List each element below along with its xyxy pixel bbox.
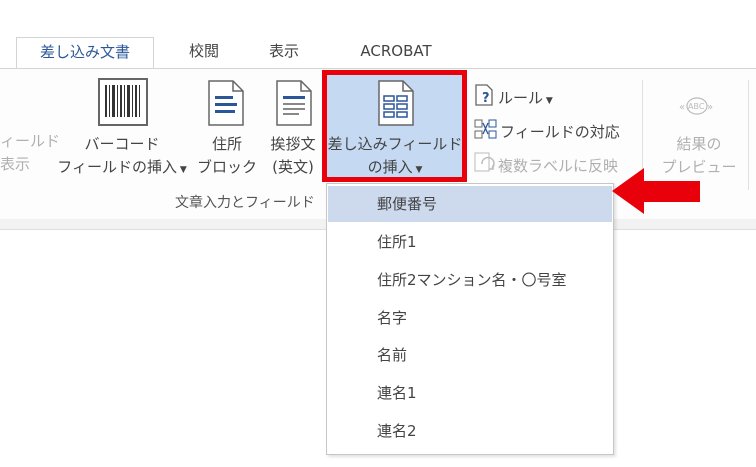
highlight-fields-label-2: 表示 xyxy=(0,155,31,173)
highlight-fields-button[interactable]: ィールド 表示 xyxy=(0,130,61,176)
insert-merge-field-label-2: の挿入 xyxy=(367,158,413,176)
update-labels-button[interactable]: 複数ラベルに反映 xyxy=(474,152,618,176)
address-block-button[interactable]: 住所 ブロック xyxy=(196,133,258,179)
merge-field-dropdown: 郵便番号 住所1 住所2マンション名・〇号室 名字 名前 連名1 連名2 xyxy=(326,183,614,455)
dropdown-caret-icon: ▼ xyxy=(176,165,187,175)
preview-label-1: 結果の xyxy=(676,135,722,153)
tab-view[interactable]: 表示 xyxy=(250,37,318,68)
address-block-icon xyxy=(208,80,244,130)
rules-icon: ? xyxy=(474,84,496,113)
barcode-label-1: バーコード xyxy=(84,135,160,153)
menu-item-joint-name2[interactable]: 連名2 xyxy=(328,413,612,449)
group-separator-right xyxy=(748,80,749,190)
highlight-fields-label-1: ィールド xyxy=(0,132,61,150)
svg-text:»: » xyxy=(707,102,713,113)
update-labels-label: 複数ラベルに反映 xyxy=(498,157,619,175)
match-fields-icon xyxy=(474,118,498,147)
barcode-icon xyxy=(98,78,148,130)
preview-results-icon: « » ABC xyxy=(675,92,719,124)
barcode-label-2: フィールドの挿入 xyxy=(57,158,177,176)
preview-icon-text: ABC xyxy=(688,102,705,111)
tab-acrobat[interactable]: ACROBAT xyxy=(344,37,448,68)
insert-merge-field-label: 差し込みフィールド の挿入 ▼ xyxy=(327,133,463,182)
update-labels-icon xyxy=(474,152,496,181)
address-block-label-2: ブロック xyxy=(196,158,257,176)
rules-button[interactable]: ? ルール ▼ xyxy=(474,84,553,108)
svg-text:?: ? xyxy=(482,91,490,106)
group-label-write-insert: 文章入力とフィールド xyxy=(175,195,315,211)
menu-item-address1[interactable]: 住所1 xyxy=(328,224,612,260)
greeting-label-2: (英文) xyxy=(272,158,314,176)
menu-item-joint-name1[interactable]: 連名1 xyxy=(328,375,612,411)
dropdown-caret-icon: ▼ xyxy=(412,165,423,175)
insert-merge-field-label-1: 差し込みフィールド xyxy=(327,135,463,153)
barcode-field-button[interactable]: バーコード フィールドの挿入 ▼ xyxy=(52,133,192,182)
svg-text:«: « xyxy=(679,102,685,113)
red-arrow-icon xyxy=(612,168,704,214)
tab-review[interactable]: 校閲 xyxy=(172,37,236,68)
match-fields-label: フィールドの対応 xyxy=(500,123,620,141)
greeting-line-icon xyxy=(276,80,312,130)
match-fields-button[interactable]: フィールドの対応 xyxy=(474,118,620,142)
merge-field-icon xyxy=(378,80,414,130)
menu-item-postal-code[interactable]: 郵便番号 xyxy=(328,186,612,222)
tab-mailings[interactable]: 差し込み文書 xyxy=(16,37,154,70)
menu-item-given-name[interactable]: 名前 xyxy=(328,337,612,373)
greeting-label-1: 挨拶文 xyxy=(270,135,316,153)
rules-caret-icon: ▼ xyxy=(543,96,553,106)
menu-item-address2[interactable]: 住所2マンション名・〇号室 xyxy=(328,262,612,298)
menu-item-surname[interactable]: 名字 xyxy=(328,300,612,336)
greeting-line-button[interactable]: 挨拶文 (英文) xyxy=(262,133,324,179)
rules-label: ルール xyxy=(498,89,544,107)
address-block-label-1: 住所 xyxy=(211,135,242,153)
ribbon-tab-bar: 差し込み文書 校閲 表示 ACROBAT xyxy=(0,0,756,70)
